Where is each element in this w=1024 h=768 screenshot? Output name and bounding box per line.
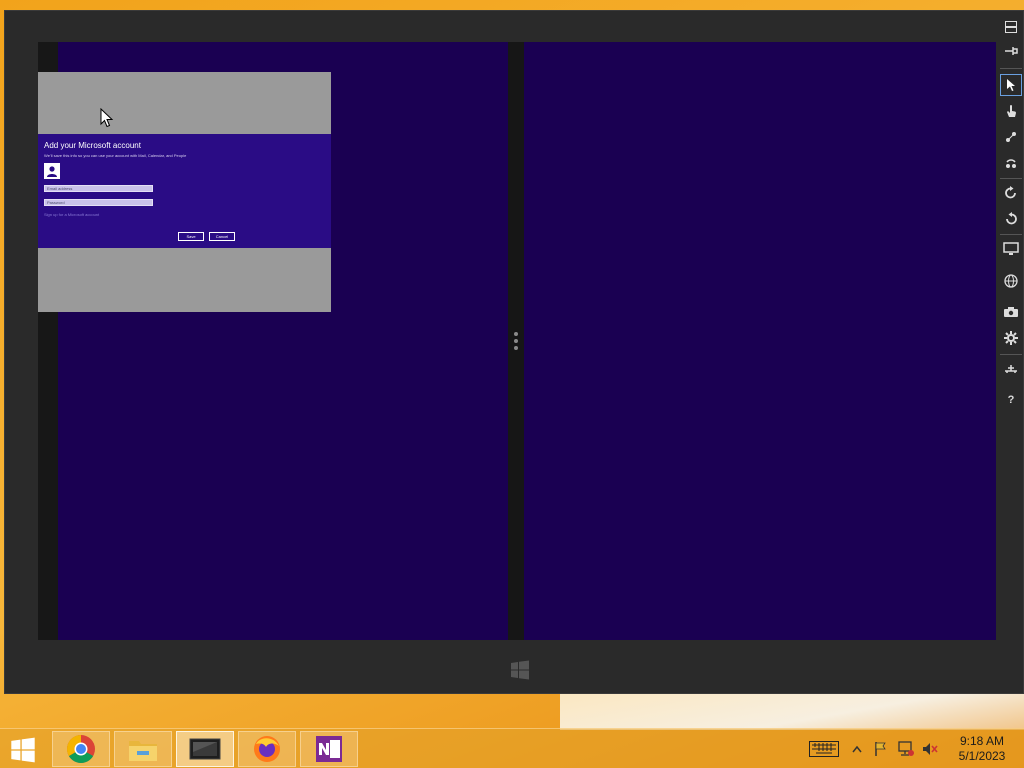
toolbar-separator bbox=[1000, 68, 1022, 69]
wallpaper-highlight bbox=[560, 690, 1024, 730]
dialog-description: We'll save this info so you can use your… bbox=[44, 153, 187, 158]
network-settings-icon[interactable] bbox=[1000, 327, 1022, 349]
touch-mode-icon[interactable] bbox=[1000, 100, 1022, 122]
start-button-icon[interactable] bbox=[6, 735, 40, 765]
touch-keyboard-icon[interactable] bbox=[808, 739, 840, 759]
clock-time: 9:18 AM bbox=[959, 734, 1005, 748]
rotate-clockwise-icon[interactable] bbox=[1000, 182, 1022, 204]
save-button[interactable]: Save bbox=[178, 232, 204, 241]
pinch-zoom-icon[interactable] bbox=[1000, 126, 1022, 148]
minimize-icon[interactable] bbox=[1000, 16, 1022, 38]
help-icon[interactable]: ? bbox=[1000, 389, 1022, 411]
device-settings-icon[interactable] bbox=[1000, 358, 1022, 380]
taskbar-clock[interactable]: 9:18 AM 5/1/2023 bbox=[950, 734, 1014, 764]
volume-muted-icon[interactable] bbox=[920, 739, 940, 759]
simulator-screen[interactable]: Add your Microsoft account We'll save th… bbox=[38, 42, 996, 640]
toolbar-separator bbox=[1000, 178, 1022, 179]
onenote-icon[interactable] bbox=[300, 731, 358, 767]
user-avatar-icon bbox=[44, 163, 60, 179]
toolbar-separator bbox=[1000, 354, 1022, 355]
pin-icon[interactable] bbox=[1000, 40, 1022, 62]
split-divider[interactable] bbox=[508, 42, 524, 640]
rotate-touch-icon[interactable] bbox=[1000, 152, 1022, 174]
clock-date: 5/1/2023 bbox=[958, 749, 1006, 763]
action-center-flag-icon[interactable] bbox=[872, 739, 890, 759]
mouse-mode-icon[interactable] bbox=[1000, 74, 1022, 96]
toolbar-separator bbox=[1000, 234, 1022, 235]
divider-grip-icon bbox=[514, 332, 518, 350]
simulator-window: Add your Microsoft account We'll save th… bbox=[4, 10, 1024, 694]
dialog-title: Add your Microsoft account bbox=[44, 141, 141, 150]
password-field[interactable]: Password bbox=[44, 199, 153, 206]
change-resolution-icon[interactable] bbox=[1000, 238, 1022, 260]
dialog-body: Add your Microsoft account We'll save th… bbox=[38, 134, 331, 248]
screenshot-icon[interactable] bbox=[1000, 301, 1022, 323]
taskbar: 9:18 AM 5/1/2023 bbox=[0, 728, 1024, 768]
add-account-dialog: Add your Microsoft account We'll save th… bbox=[38, 72, 331, 312]
rotate-counterclockwise-icon[interactable] bbox=[1000, 208, 1022, 230]
windows-button-icon[interactable] bbox=[507, 657, 533, 683]
chrome-icon[interactable] bbox=[52, 731, 110, 767]
simulator-icon[interactable] bbox=[176, 731, 234, 767]
simulator-toolbar: ? bbox=[998, 14, 1024, 414]
location-icon[interactable] bbox=[1000, 270, 1022, 292]
email-field[interactable]: Email address bbox=[44, 185, 153, 192]
network-icon[interactable] bbox=[896, 739, 916, 759]
mouse-cursor-icon bbox=[100, 107, 114, 128]
show-hidden-icons-chevron-icon[interactable] bbox=[850, 739, 864, 759]
firefox-icon[interactable] bbox=[238, 731, 296, 767]
file-explorer-icon[interactable] bbox=[114, 731, 172, 767]
signup-link[interactable]: Sign up for a Microsoft account bbox=[44, 212, 99, 217]
cancel-button[interactable]: Cancel bbox=[209, 232, 235, 241]
